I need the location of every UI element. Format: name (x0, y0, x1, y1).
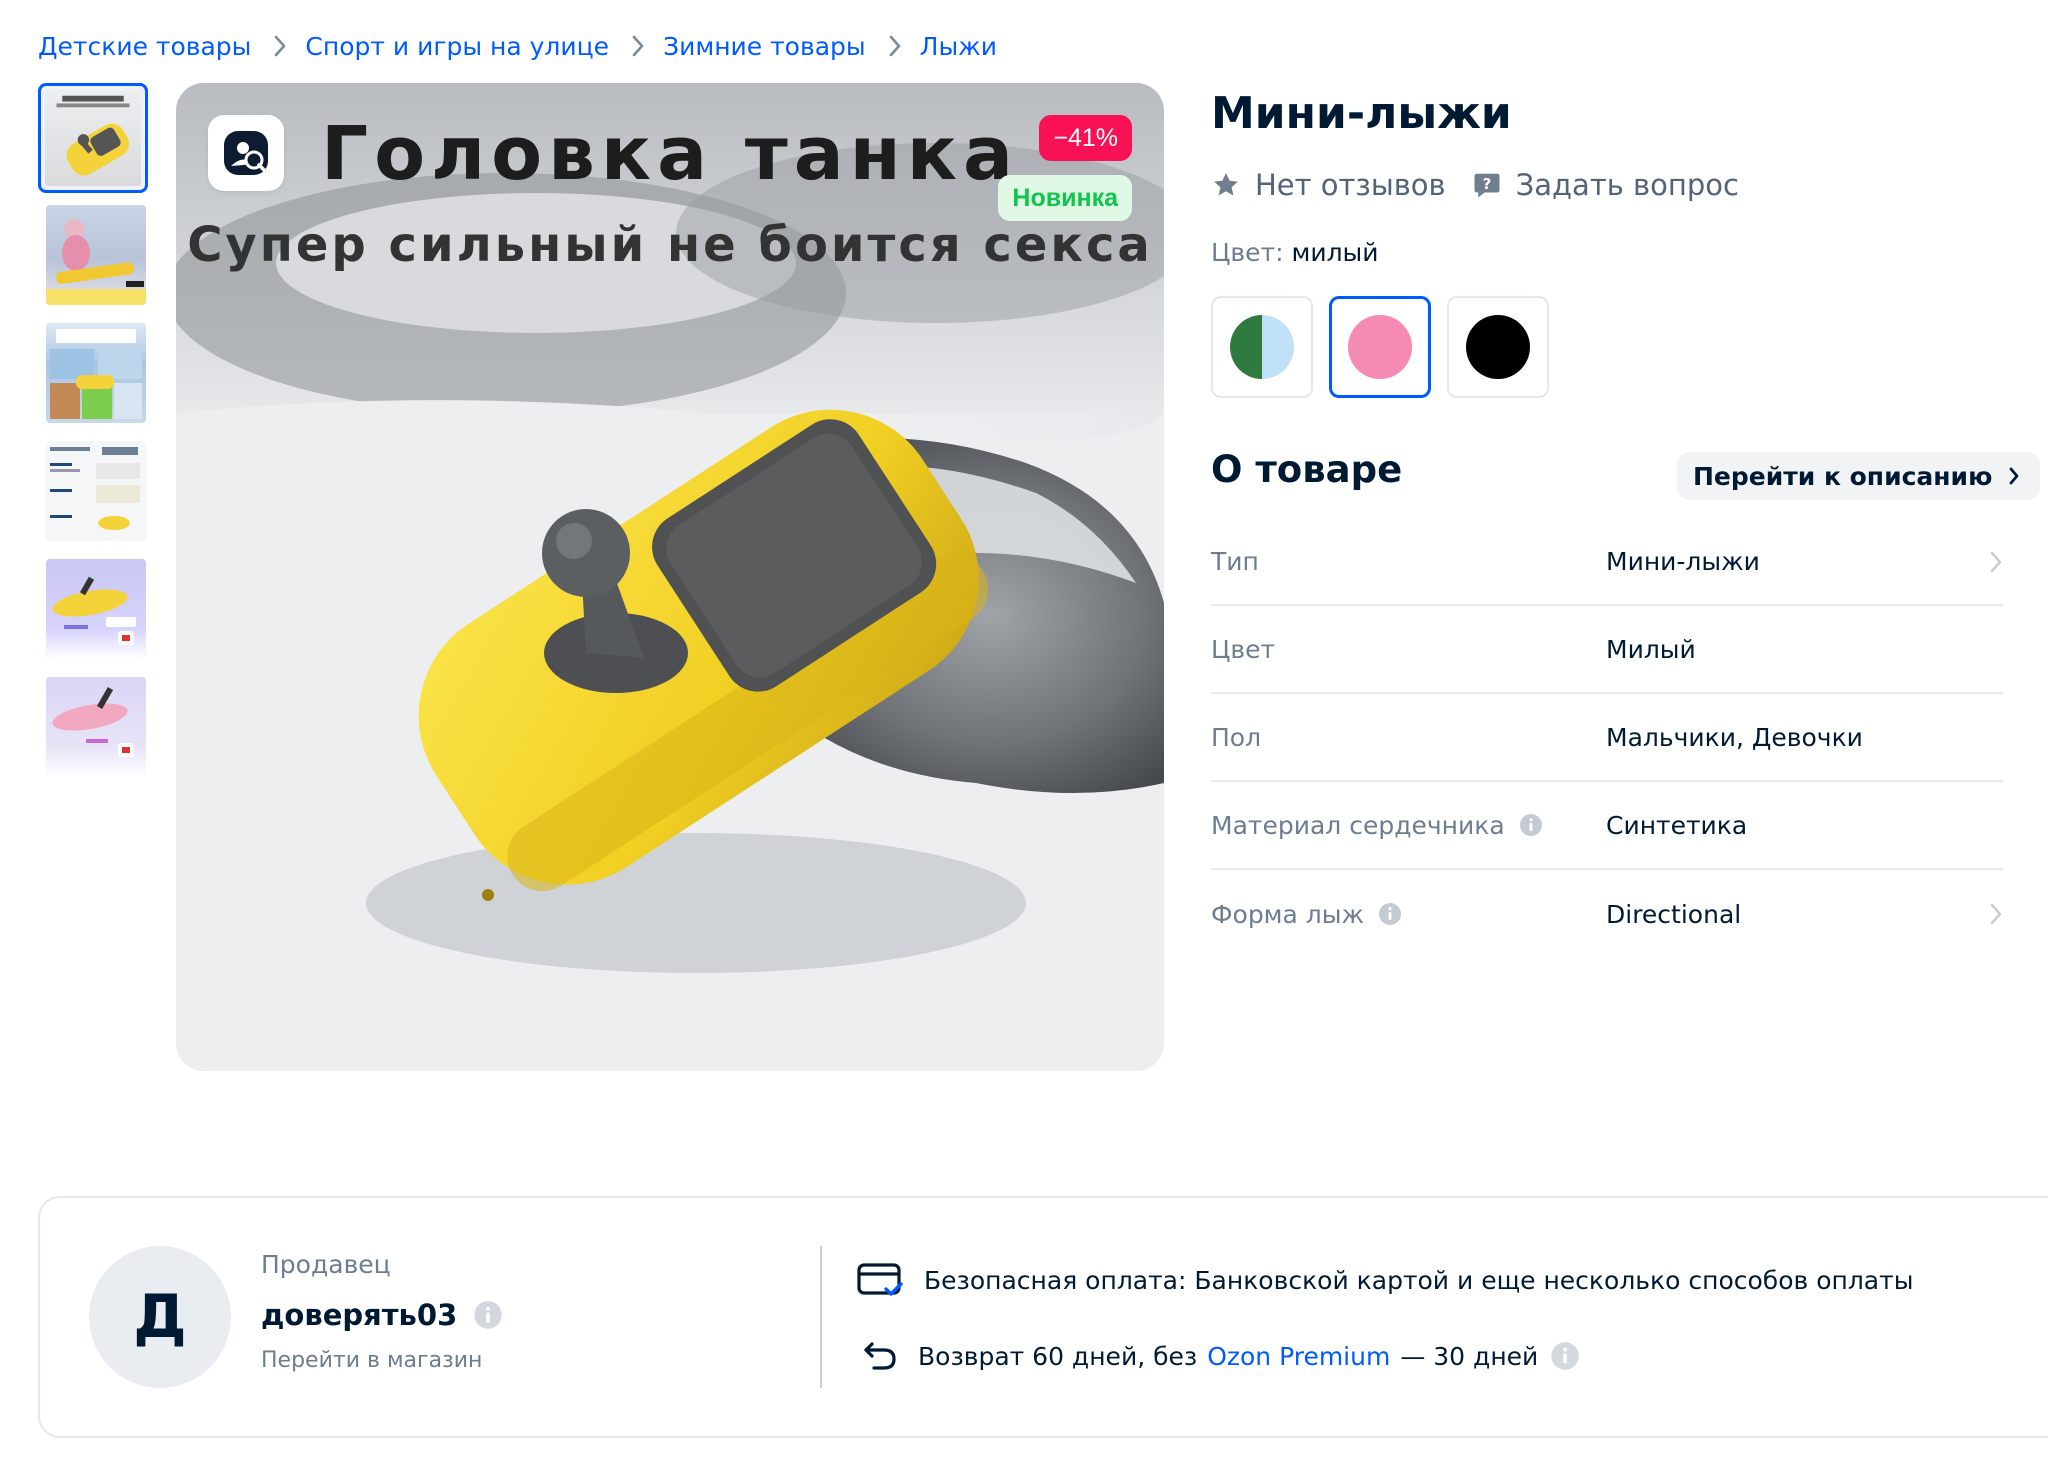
property-name-text: Материал сердечника (1211, 810, 1505, 840)
seller-name: доверять03 (261, 1298, 503, 1332)
new-badge: Новинка (998, 175, 1132, 221)
go-to-description-label: Перейти к описанию (1693, 461, 1993, 491)
ask-question-label: Задать вопрос (1515, 168, 1739, 202)
thumbnail-6[interactable] (46, 677, 146, 777)
property-name: Тип (1211, 547, 1606, 576)
property-row-core-material: Материал сердечника Синтетика (1211, 782, 2003, 870)
seller-card: Д Продавец доверять03 Перейти в магазин … (38, 1196, 2048, 1438)
property-row-gender: Пол Мальчики, Девочки (1211, 694, 2003, 782)
thumbnail-image (46, 441, 146, 541)
card-check-icon (857, 1263, 903, 1296)
thumbnail-5[interactable] (46, 559, 146, 659)
property-name-text: Тип (1211, 546, 1259, 576)
payment-text: Безопасная оплата: Банковской картой и е… (924, 1265, 1914, 1295)
thumbnail-image (46, 323, 146, 423)
breadcrumb-item-kids[interactable]: Детские товары (38, 32, 251, 61)
info-icon[interactable] (1550, 1341, 1580, 1371)
reviews-link[interactable]: Нет отзывов (1211, 168, 1446, 202)
swatch-color (1230, 315, 1294, 379)
return-text-after: — 30 дней (1400, 1341, 1539, 1371)
property-value: Мальчики, Девочки (1606, 722, 1863, 752)
divider (820, 1246, 822, 1388)
property-name: Цвет (1211, 635, 1606, 664)
question-bubble-icon: ? (1474, 173, 1500, 198)
property-row-ski-shape[interactable]: Форма лыж Directional (1211, 870, 2003, 958)
thumbnail-2[interactable] (46, 205, 146, 305)
image-subtitle: Супер сильный не боится секса (187, 217, 1153, 273)
image-search-button[interactable] (208, 115, 284, 191)
return-policy-info: Возврат 60 дней, без Ozon Premium — 30 д… (862, 1340, 1600, 1372)
seller-avatar[interactable]: Д (89, 1246, 231, 1388)
reviews-label: Нет отзывов (1255, 168, 1446, 202)
info-icon[interactable] (1519, 813, 1543, 837)
go-to-description-button[interactable]: Перейти к описанию (1677, 452, 2041, 500)
color-swatches (1211, 296, 1565, 398)
image-search-icon (224, 131, 268, 175)
breadcrumb: Детские товары Спорт и игры на улице Зим… (38, 26, 997, 66)
thumbnail-1[interactable] (38, 83, 148, 193)
property-name: Форма лыж (1211, 900, 1606, 929)
about-heading: О товаре (1211, 448, 1403, 491)
thumbnail-image (45, 90, 141, 186)
discount-badge: −41% (1039, 115, 1132, 161)
property-row-type[interactable]: Тип Мини-лыжи (1211, 518, 2003, 606)
return-arrow-icon (864, 1342, 896, 1370)
property-name: Материал сердечника (1211, 811, 1606, 840)
main-product-image[interactable]: Головка танка Супер сильный не боится се… (176, 83, 1164, 1071)
breadcrumb-item-sport[interactable]: Спорт и игры на улице (305, 32, 609, 61)
product-properties: Тип Мини-лыжи Цвет Милый Пол Мальчики, Д… (1211, 518, 2003, 958)
breadcrumb-item-ski[interactable]: Лыжи (920, 32, 997, 61)
thumbnail-3[interactable] (46, 323, 146, 423)
seller-label: Продавец (261, 1250, 391, 1279)
swatch-green-blue[interactable] (1211, 296, 1313, 398)
property-name: Пол (1211, 723, 1606, 752)
thumbnail-4[interactable] (46, 441, 146, 541)
property-name-text: Пол (1211, 722, 1262, 752)
property-row-color: Цвет Милый (1211, 606, 2003, 694)
star-icon (1214, 173, 1238, 196)
property-value: Милый (1606, 634, 1696, 664)
product-title: Мини-лыжи (1211, 88, 1512, 139)
color-label-value: милый (1291, 238, 1379, 267)
property-value: Directional (1606, 899, 1742, 929)
product-meta: Нет отзывов ? Задать вопрос (1211, 168, 1739, 202)
property-value: Синтетика (1606, 810, 1748, 840)
chevron-right-icon (2009, 467, 2019, 485)
thumbnail-image (46, 677, 146, 777)
property-name-text: Форма лыж (1211, 899, 1365, 929)
chevron-right-icon (1990, 551, 2002, 573)
chevron-right-icon (273, 34, 287, 58)
color-label-prefix: Цвет: (1211, 238, 1284, 267)
thumbnail-gallery (38, 83, 150, 795)
ozon-premium-link[interactable]: Ozon Premium (1207, 1342, 1390, 1371)
ask-question-link[interactable]: ? Задать вопрос (1472, 168, 1739, 202)
secure-payment-info: Безопасная оплата: Банковской картой и е… (856, 1262, 1913, 1298)
thumbnail-image (46, 559, 146, 659)
go-to-store-link[interactable]: Перейти в магазин (261, 1348, 482, 1373)
svg-text:?: ? (1482, 175, 1491, 193)
thumbnail-image (46, 205, 146, 305)
return-text-before: Возврат 60 дней, без (918, 1341, 1198, 1371)
swatch-color (1466, 315, 1530, 379)
chevron-right-icon (631, 34, 645, 58)
color-label: Цвет: милый (1211, 238, 1379, 267)
property-value: Мини-лыжи (1606, 546, 1760, 576)
swatch-color (1348, 315, 1412, 379)
chevron-right-icon (888, 34, 902, 58)
info-icon[interactable] (473, 1300, 503, 1330)
breadcrumb-item-winter[interactable]: Зимние товары (663, 32, 866, 61)
seller-name-text[interactable]: доверять03 (261, 1298, 457, 1332)
chevron-right-icon (1990, 903, 2002, 925)
info-icon[interactable] (1378, 902, 1402, 926)
property-name-text: Цвет (1211, 634, 1276, 664)
swatch-pink[interactable] (1329, 296, 1431, 398)
swatch-black[interactable] (1447, 296, 1549, 398)
